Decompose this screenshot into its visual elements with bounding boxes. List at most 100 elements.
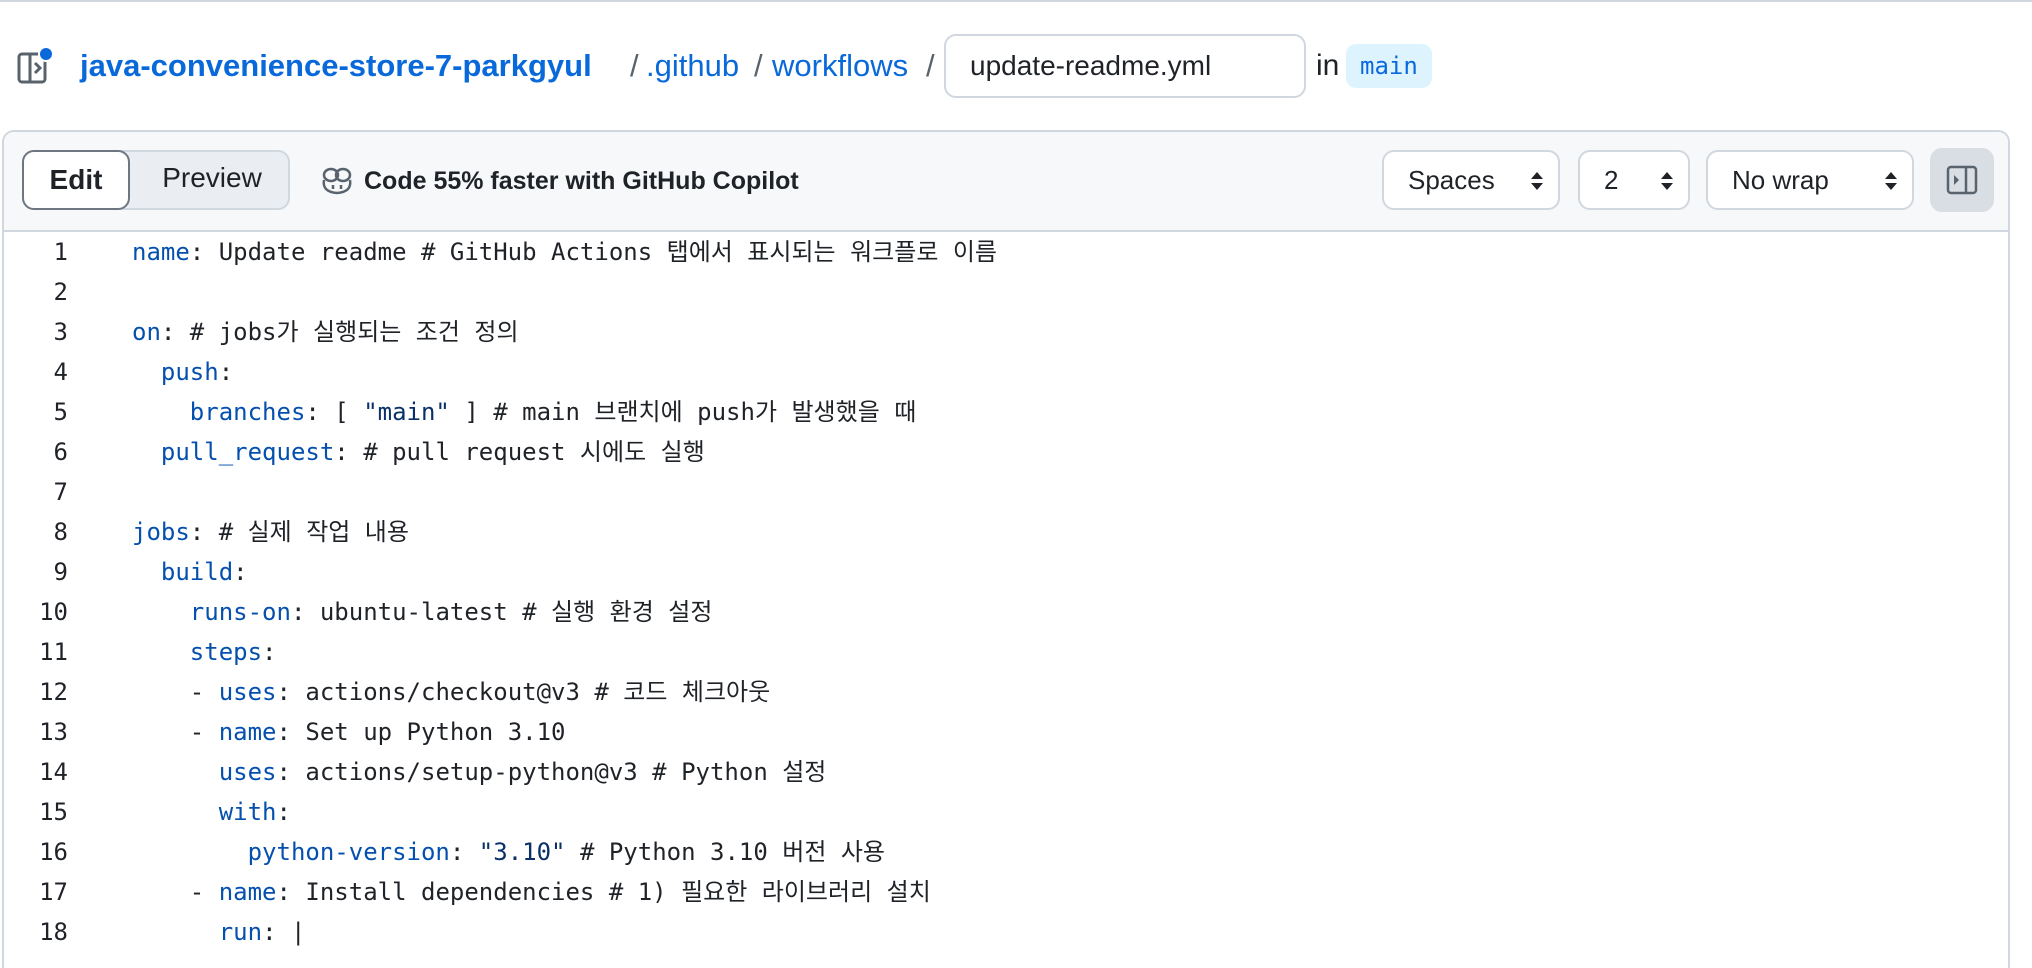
code-text: : # pull request 시에도 실행	[334, 438, 705, 466]
code-line: 13 - name: Set up Python 3.10	[4, 712, 2008, 752]
code-text: : [	[305, 398, 364, 426]
code-line: 7	[4, 472, 2008, 512]
edit-tab[interactable]: Edit	[22, 150, 130, 210]
code-text: :	[276, 798, 291, 826]
copilot-promo[interactable]: Code 55% faster with GitHub Copilot	[320, 156, 799, 206]
code-line: 16 python-version: "3.10" # Python 3.10 …	[4, 832, 2008, 872]
code-area[interactable]: 1 name: Update readme # GitHub Actions 탭에…	[4, 232, 2008, 952]
select-arrows-icon	[1661, 172, 1673, 190]
line-number: 18	[39, 918, 68, 946]
code-line: 18 run: |	[4, 912, 2008, 952]
yaml-key: uses	[218, 758, 277, 786]
branch-badge: main	[1346, 44, 1432, 88]
indent-size-select[interactable]: 2	[1578, 150, 1690, 210]
code-text: -	[189, 718, 219, 746]
code-text: : Install dependencies # 1) 필요한 라이브러리 설치	[276, 878, 931, 906]
code-line: 1 name: Update readme # GitHub Actions 탭에…	[4, 232, 2008, 272]
editor-toolbar: Edit Preview Code 55% faster with GitHub…	[4, 132, 2008, 232]
line-number: 10	[39, 598, 68, 626]
wrap-mode-value: No wrap	[1732, 165, 1829, 195]
line-number: 16	[39, 838, 68, 866]
yaml-key: push	[160, 358, 219, 386]
line-number: 3	[53, 318, 68, 346]
breadcrumb-workflows-folder[interactable]: workflows	[772, 28, 908, 104]
breadcrumb-separator: /	[926, 48, 935, 83]
code-text: -	[189, 878, 219, 906]
yaml-key: on	[132, 318, 161, 346]
filename-input[interactable]	[944, 34, 1306, 98]
line-number: 12	[39, 678, 68, 706]
code-text: :	[262, 638, 277, 666]
wrap-mode-select[interactable]: No wrap	[1706, 150, 1914, 210]
yaml-key: name	[218, 718, 277, 746]
code-line: 10 runs-on: ubuntu-latest # 실행 환경 설정	[4, 592, 2008, 632]
code-text: : ubuntu-latest # 실행 환경 설정	[290, 598, 713, 626]
line-number: 17	[39, 878, 68, 906]
yaml-key: python-version	[247, 838, 450, 866]
line-number: 5	[53, 398, 68, 426]
line-number: 11	[39, 638, 68, 666]
code-line: 15 with:	[4, 792, 2008, 832]
line-number: 8	[53, 518, 68, 546]
indent-mode-select[interactable]: Spaces	[1382, 150, 1560, 210]
line-number: 7	[53, 478, 68, 506]
code-text: # Python 3.10 버전 사용	[565, 838, 886, 866]
breadcrumb-separator: /	[630, 48, 639, 83]
file-tree-toggle-icon[interactable]	[16, 46, 56, 86]
code-text: : actions/checkout@v3 # 코드 체크아웃	[276, 678, 771, 706]
code-line: 6 pull_request: # pull request 시에도 실행	[4, 432, 2008, 472]
indent-mode-value: Spaces	[1408, 165, 1495, 195]
code-text: : Set up Python 3.10	[276, 718, 566, 746]
code-text: : Update readme # GitHub Actions 탭에서 표시되…	[189, 238, 998, 266]
code-line: 8 jobs: # 실제 작업 내용	[4, 512, 2008, 552]
edit-preview-toggle: Edit Preview	[22, 150, 290, 210]
code-line: 11 steps:	[4, 632, 2008, 672]
yaml-key: build	[160, 558, 234, 586]
code-line: 2	[4, 272, 2008, 312]
code-text: :	[218, 358, 234, 386]
line-number: 15	[39, 798, 68, 826]
line-number: 6	[53, 438, 68, 466]
breadcrumb-github-folder[interactable]: .github	[646, 28, 739, 104]
code-line: 14 uses: actions/setup-python@v3 # Pytho…	[4, 752, 2008, 792]
select-arrows-icon	[1531, 172, 1543, 190]
line-number: 4	[53, 358, 68, 386]
line-number: 13	[39, 718, 68, 746]
preview-tab[interactable]: Preview	[134, 150, 290, 210]
copilot-icon	[322, 167, 352, 195]
yaml-key: branches	[189, 398, 306, 426]
breadcrumb-separator: /	[754, 48, 763, 83]
repo-link[interactable]: java-convenience-store-7-parkgyul	[80, 28, 592, 104]
yaml-key: uses	[218, 678, 277, 706]
code-text: : |	[262, 918, 306, 946]
yaml-key: runs-on	[189, 598, 291, 626]
branch-in-label: in	[1316, 49, 1340, 82]
yaml-key: steps	[189, 638, 263, 666]
code-line: 4 push:	[4, 352, 2008, 392]
code-text: : actions/setup-python@v3 # Python 설정	[276, 758, 827, 786]
code-line: 5 branches: [ "main" ] # main 브랜치에 push가…	[4, 392, 2008, 432]
code-text: : # 실제 작업 내용	[189, 518, 409, 546]
select-arrows-icon	[1885, 172, 1897, 190]
yaml-key: run	[218, 918, 263, 946]
yaml-key: pull_request	[160, 438, 335, 466]
yaml-key: with	[218, 798, 277, 826]
sidepanel-icon	[1946, 165, 1978, 195]
code-line: 9 build:	[4, 552, 2008, 592]
indent-size-value: 2	[1604, 165, 1619, 195]
code-text: :	[233, 558, 248, 586]
code-text: -	[189, 678, 219, 706]
line-number: 9	[53, 558, 68, 586]
code-line: 3 on: # jobs가 실행되는 조건 정의	[4, 312, 2008, 352]
file-editor: Edit Preview Code 55% faster with GitHub…	[2, 130, 2010, 968]
code-line: 12 - uses: actions/checkout@v3 # 코드 체크아웃	[4, 672, 2008, 712]
code-line: 17 - name: Install dependencies # 1) 필요한…	[4, 872, 2008, 912]
copilot-promo-text: Code 55% faster with GitHub Copilot	[364, 166, 799, 195]
toggle-sidepanel-button[interactable]	[1930, 148, 1994, 212]
yaml-key: name	[218, 878, 277, 906]
breadcrumb: java-convenience-store-7-parkgyul / .git…	[0, 28, 1500, 104]
code-text: :	[449, 838, 479, 866]
code-text: : # jobs가 실행되는 조건 정의	[160, 318, 519, 346]
top-border	[0, 0, 2032, 2]
line-number: 2	[53, 278, 68, 306]
